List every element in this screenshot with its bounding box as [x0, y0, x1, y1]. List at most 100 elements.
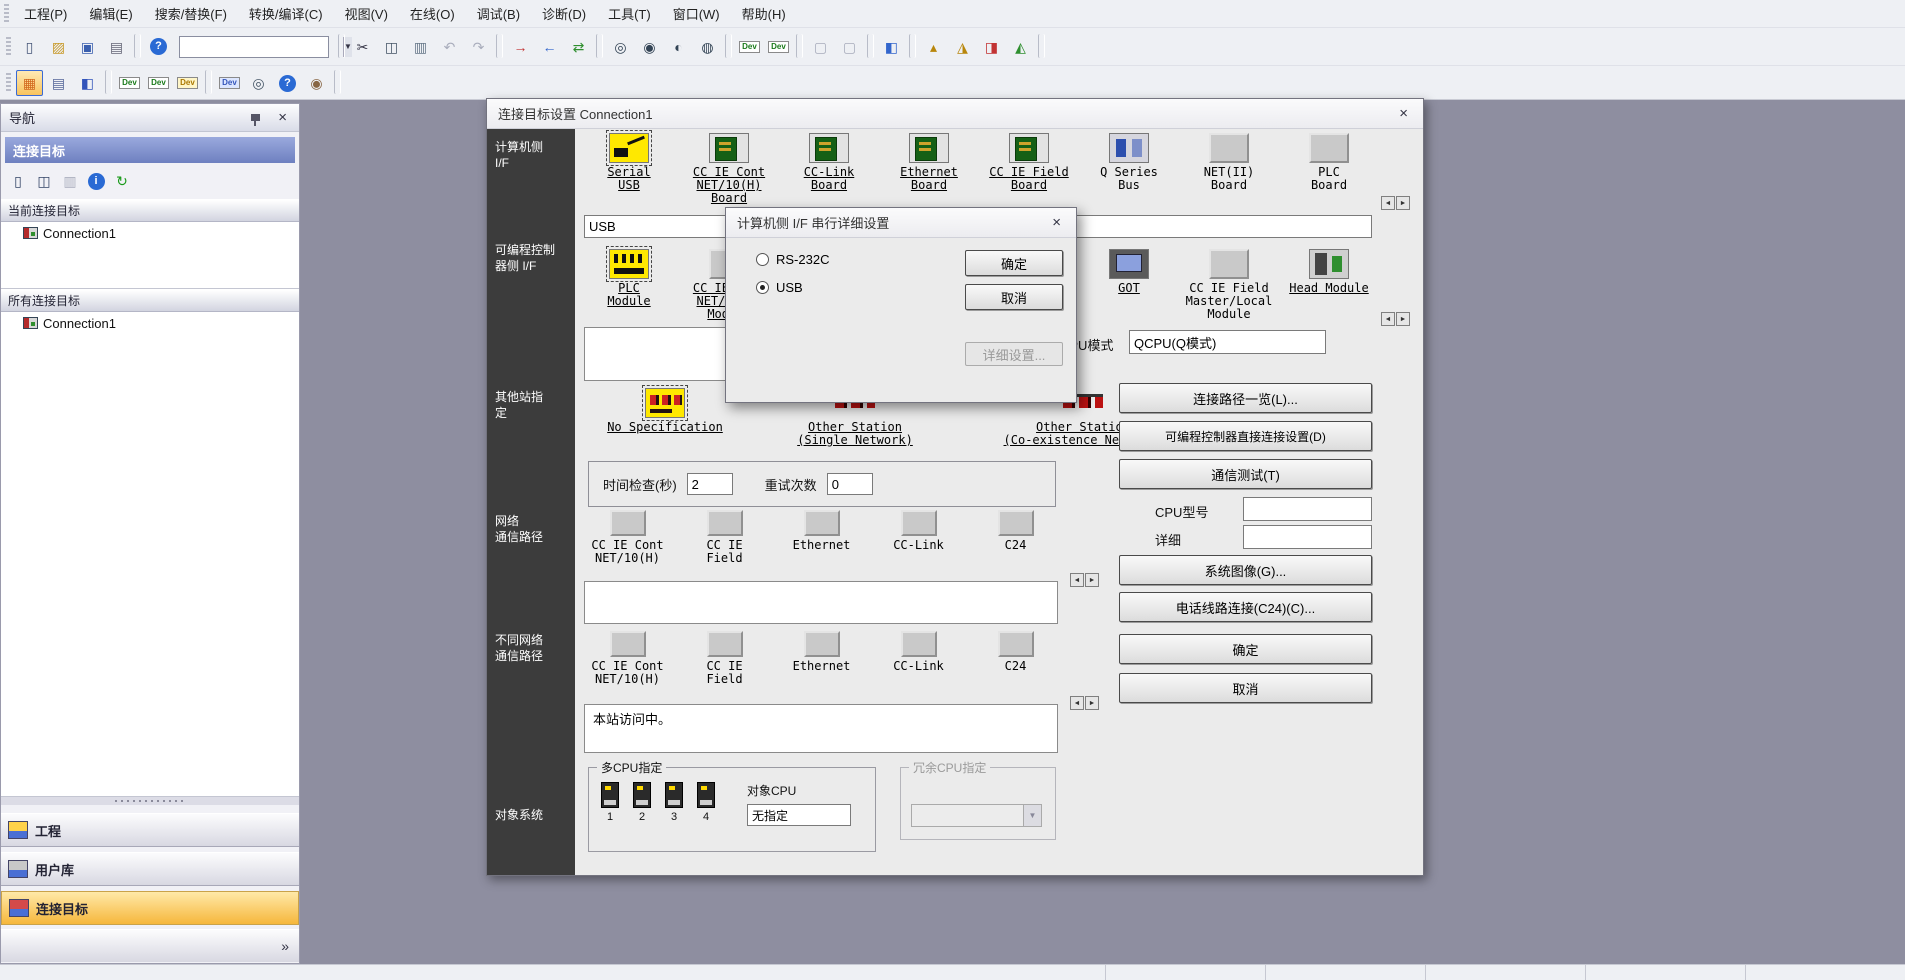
nav-item-project[interactable]: 工程: [1, 813, 299, 847]
new-connection-icon[interactable]: ▯: [6, 169, 30, 193]
cpu-model-field[interactable]: [1243, 497, 1372, 521]
pin-icon[interactable]: [251, 114, 260, 121]
time-check-input[interactable]: [687, 473, 733, 495]
menu-item[interactable]: 帮助(H): [731, 0, 797, 28]
build-icon[interactable]: ▴: [920, 34, 947, 60]
online-program-change-icon[interactable]: ◨: [978, 34, 1005, 60]
menu-item[interactable]: 搜索/替换(F): [144, 0, 238, 28]
rs232c-radio[interactable]: RS-232C: [756, 252, 829, 267]
new-project-icon[interactable]: ▯: [16, 34, 43, 60]
plc-if-cc-ie-field-master-local[interactable]: CC IE Field Master/Local Module: [1179, 249, 1279, 321]
menu-item[interactable]: 工程(P): [13, 0, 78, 28]
menu-item[interactable]: 视图(V): [334, 0, 399, 28]
copy-connection-icon[interactable]: ◫: [32, 169, 56, 193]
pc-if-ethernet-board[interactable]: Ethernet Board: [879, 133, 979, 205]
output-window-icon[interactable]: ◧: [74, 70, 101, 96]
net-c24[interactable]: C24: [967, 510, 1064, 565]
net-ethernet[interactable]: Ethernet: [773, 510, 870, 565]
page-right-icon[interactable]: ►: [1085, 696, 1099, 710]
device-initial-value-icon[interactable]: Dev: [174, 70, 201, 96]
pc-if-cc-link-board[interactable]: CC-Link Board: [779, 133, 879, 205]
device-find-icon[interactable]: ◉: [636, 34, 663, 60]
serial-dialog-close-icon[interactable]: ×: [1048, 214, 1065, 231]
plc-if-plc-module[interactable]: PLC Module: [579, 249, 679, 321]
refresh-icon[interactable]: ↻: [110, 169, 134, 193]
menu-item[interactable]: 工具(T): [597, 0, 662, 28]
dialog-title-bar[interactable]: 连接目标设置 Connection1 ×: [487, 99, 1423, 129]
multi-cpu-option[interactable]: 2: [633, 782, 651, 823]
multi-cpu-option[interactable]: 4: [697, 782, 715, 823]
diffnet-cc-link[interactable]: CC-Link: [870, 631, 967, 686]
device-statement-icon[interactable]: Dev: [765, 34, 792, 60]
read-from-plc-icon[interactable]: ←: [536, 34, 563, 60]
target-cpu-field[interactable]: [747, 804, 851, 826]
verify-with-plc-icon[interactable]: ⇄: [565, 34, 592, 60]
nav-item-user-library[interactable]: 用户库: [1, 852, 299, 886]
rebuild-all-icon[interactable]: ◮: [949, 34, 976, 60]
find-in-project-icon[interactable]: ◉: [303, 70, 330, 96]
page-right-icon[interactable]: ►: [1396, 196, 1410, 210]
sfc-edit-icon[interactable]: ▢: [836, 34, 863, 60]
page-left-icon[interactable]: ◄: [1070, 573, 1084, 587]
paste-icon[interactable]: ▥: [407, 34, 434, 60]
multi-cpu-option[interactable]: 3: [665, 782, 683, 823]
dialog-close-icon[interactable]: ×: [1395, 105, 1412, 122]
monitor-window-icon[interactable]: ◧: [878, 34, 905, 60]
paste-connection-icon[interactable]: ▥: [58, 169, 82, 193]
open-project-icon[interactable]: ▨: [45, 34, 72, 60]
menu-item[interactable]: 编辑(E): [78, 0, 143, 28]
diffnet-cc-ie-cont[interactable]: CC IE Cont NET/10(H): [579, 631, 676, 686]
pc-if-cc-ie-field-board[interactable]: CC IE Field Board: [979, 133, 1079, 205]
menu-item[interactable]: 在线(O): [399, 0, 466, 28]
write-to-plc-icon[interactable]: →: [507, 34, 534, 60]
connection-path-list-button[interactable]: 连接路径一览(L)...: [1119, 383, 1372, 413]
device-comment-list-icon[interactable]: Dev: [116, 70, 143, 96]
docking-window-icon[interactable]: ▤: [45, 70, 72, 96]
phone-line-connection-button[interactable]: 电话线路连接(C24)(C)...: [1119, 592, 1372, 622]
diffnet-cc-ie-field[interactable]: CC IE Field: [676, 631, 773, 686]
multi-cpu-option[interactable]: 1: [601, 782, 619, 823]
serial-cancel-button[interactable]: 取消: [965, 284, 1063, 310]
page-right-icon[interactable]: ►: [1396, 312, 1410, 326]
panel-splitter[interactable]: [1, 797, 299, 805]
project-combo[interactable]: ▼: [179, 36, 329, 58]
page-left-icon[interactable]: ◄: [1070, 696, 1084, 710]
diffnet-c24[interactable]: C24: [967, 631, 1064, 686]
find-icon[interactable]: ◎: [607, 34, 634, 60]
program-check-icon[interactable]: ◭: [1007, 34, 1034, 60]
serial-dialog-title-bar[interactable]: 计算机侧 I/F 串行详细设置 ×: [726, 208, 1076, 238]
menu-item[interactable]: 诊断(D): [531, 0, 597, 28]
direct-connection-setting-button[interactable]: 可编程控制器直接连接设置(D): [1119, 421, 1372, 451]
cut-icon[interactable]: ✂: [349, 34, 376, 60]
help-2-icon[interactable]: ?: [274, 70, 301, 96]
project-combo-input[interactable]: [180, 37, 343, 57]
redo-icon[interactable]: ↷: [465, 34, 492, 60]
pc-if-serial-usb[interactable]: Serial USB: [579, 133, 679, 205]
usb-radio[interactable]: USB: [756, 280, 803, 295]
print-icon[interactable]: ▤: [103, 34, 130, 60]
net-cc-ie-field[interactable]: CC IE Field: [676, 510, 773, 565]
undo-icon[interactable]: ↶: [436, 34, 463, 60]
serial-ok-button[interactable]: 确定: [965, 250, 1063, 276]
net-cc-link[interactable]: CC-Link: [870, 510, 967, 565]
pc-if-q-series-bus[interactable]: Q Series Bus: [1079, 133, 1179, 205]
ladder-edit-icon[interactable]: ▢: [807, 34, 834, 60]
page-left-icon[interactable]: ◄: [1381, 312, 1395, 326]
menu-item[interactable]: 窗口(W): [662, 0, 731, 28]
device-comment-icon[interactable]: Dev: [736, 34, 763, 60]
cancel-button[interactable]: 取消: [1119, 673, 1372, 703]
connection-list-item[interactable]: Connection1: [1, 222, 299, 244]
label-setting-icon[interactable]: Dev: [216, 70, 243, 96]
pc-if-plc-board[interactable]: PLC Board: [1279, 133, 1379, 205]
chevron-more-icon[interactable]: »: [281, 938, 289, 954]
pc-if-net-ii-board[interactable]: NET(II) Board: [1179, 133, 1279, 205]
communication-test-button[interactable]: 通信测试(T): [1119, 459, 1372, 489]
plc-if-head-module[interactable]: Head Module: [1279, 249, 1379, 321]
menu-item[interactable]: 调试(B): [466, 0, 531, 28]
navigation-window-icon[interactable]: ▦: [16, 70, 43, 96]
retry-count-input[interactable]: [827, 473, 873, 495]
device-memory-icon[interactable]: Dev: [145, 70, 172, 96]
navigation-close-icon[interactable]: ×: [274, 109, 291, 126]
cross-reference-icon[interactable]: ◍: [694, 34, 721, 60]
replace-icon[interactable]: ◐: [665, 34, 692, 60]
